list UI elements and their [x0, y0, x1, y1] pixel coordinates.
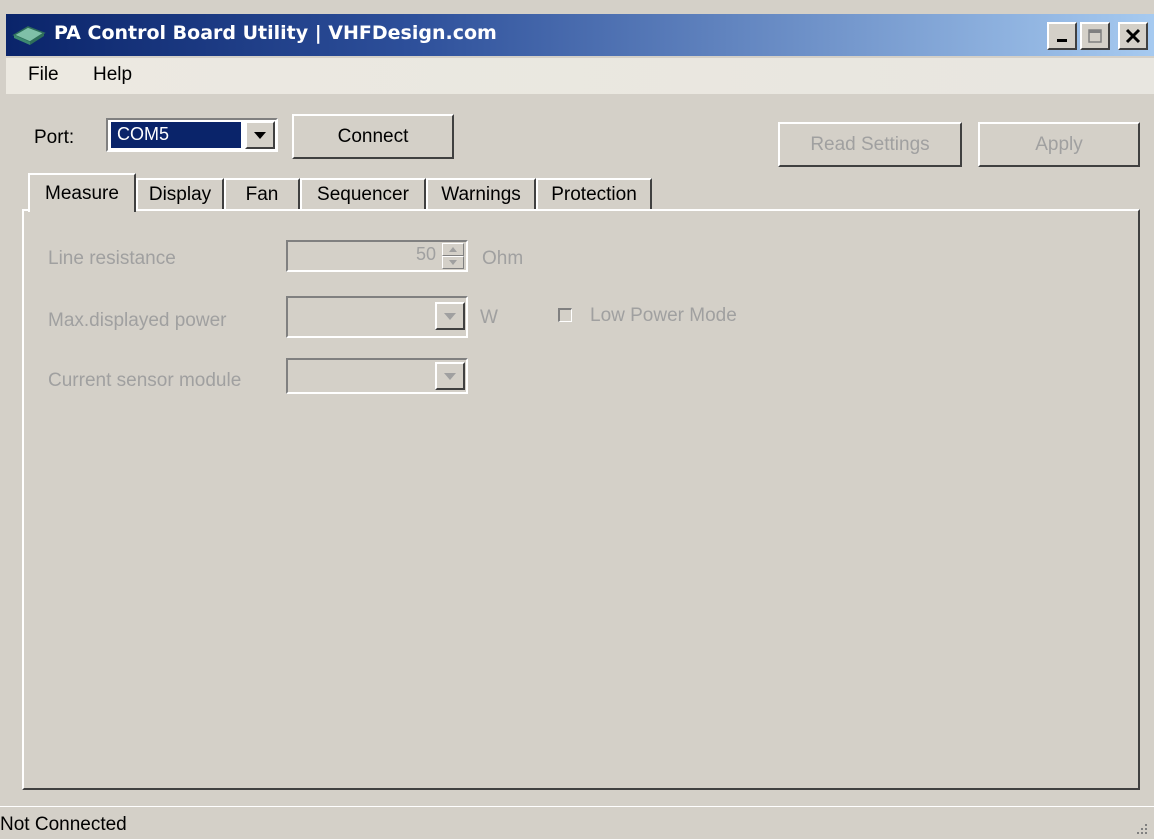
line-resistance-unit: Ohm — [482, 248, 524, 269]
low-power-mode-checkbox[interactable] — [558, 308, 572, 322]
max-power-select[interactable] — [286, 296, 468, 338]
menu-help[interactable]: Help — [93, 64, 132, 86]
maximize-button[interactable] — [1080, 22, 1110, 50]
current-sensor-label: Current sensor module — [48, 370, 242, 391]
minimize-icon — [1057, 39, 1067, 42]
caret-up-icon — [449, 247, 457, 252]
line-resistance-value: 50 — [415, 244, 436, 264]
port-dropdown-button[interactable] — [245, 121, 275, 149]
rf-board-icon — [12, 26, 46, 45]
port-label: Port: — [34, 127, 75, 148]
tab-sequencer[interactable]: Sequencer — [300, 178, 426, 210]
status-text: Not Connected — [0, 814, 127, 835]
connect-button[interactable]: Connect — [292, 114, 454, 159]
maximize-icon — [1088, 29, 1102, 43]
menu-bar: File Help — [6, 58, 1154, 94]
max-power-label: Max.displayed power — [48, 310, 227, 331]
line-resistance-label: Line resistance — [48, 248, 176, 269]
close-button[interactable] — [1118, 22, 1148, 50]
spin-down-button[interactable] — [442, 256, 464, 269]
port-select-value: COM5 — [111, 122, 241, 148]
low-power-mode-label: Low Power Mode — [590, 305, 737, 326]
max-power-dropdown-button[interactable] — [435, 302, 465, 330]
window-title: PA Control Board Utility | VHFDesign.com — [54, 22, 497, 44]
line-resistance-spinner[interactable]: 50 — [286, 240, 468, 272]
port-select[interactable]: COM5 — [106, 118, 278, 152]
status-bar: Not Connected — [0, 806, 1154, 839]
caret-down-icon — [449, 260, 457, 265]
title-bar[interactable]: PA Control Board Utility | VHFDesign.com — [6, 14, 1154, 56]
tab-fan[interactable]: Fan — [224, 178, 300, 210]
spin-up-button[interactable] — [442, 243, 464, 256]
read-settings-button[interactable]: Read Settings — [778, 122, 962, 167]
tab-measure[interactable]: Measure — [28, 173, 136, 212]
chevron-down-icon — [254, 132, 266, 139]
chevron-down-icon — [444, 373, 456, 380]
current-sensor-select[interactable] — [286, 358, 468, 394]
current-sensor-dropdown-button[interactable] — [435, 362, 465, 390]
max-power-unit: W — [480, 307, 498, 328]
close-icon — [1125, 28, 1141, 44]
chevron-down-icon — [444, 313, 456, 320]
menu-file[interactable]: File — [28, 64, 59, 86]
resize-grip-icon[interactable] — [1134, 821, 1148, 835]
minimize-button[interactable] — [1047, 22, 1077, 50]
tab-warnings[interactable]: Warnings — [426, 178, 536, 210]
apply-button[interactable]: Apply — [978, 122, 1140, 167]
tab-display[interactable]: Display — [136, 178, 224, 210]
measure-panel — [22, 209, 1140, 790]
spinner-buttons — [442, 243, 464, 269]
app-window: PA Control Board Utility | VHFDesign.com… — [0, 0, 1154, 839]
tab-protection[interactable]: Protection — [536, 178, 652, 210]
